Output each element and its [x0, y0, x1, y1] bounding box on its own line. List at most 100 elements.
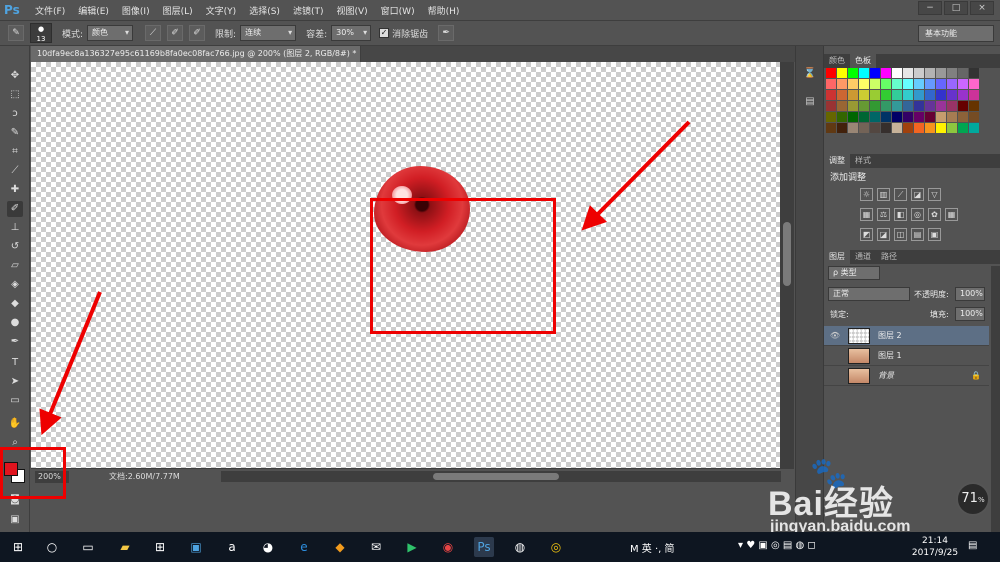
type-tool-icon[interactable]: T	[7, 355, 23, 371]
swatch[interactable]	[947, 101, 957, 111]
swatch[interactable]	[892, 90, 902, 100]
swatch[interactable]	[914, 68, 924, 78]
globe-icon[interactable]: ◍	[510, 537, 530, 557]
layer-visibility-eye-icon[interactable]: 👁	[828, 331, 842, 340]
menu-edit[interactable]: 编辑(E)	[78, 4, 109, 17]
swatch[interactable]	[914, 90, 924, 100]
lasso-tool-icon[interactable]: ↄ	[7, 106, 23, 122]
swatch[interactable]	[826, 101, 836, 111]
path-select-tool-icon[interactable]: ➤	[7, 374, 23, 390]
swatch[interactable]	[826, 112, 836, 122]
search-circle-icon[interactable]: ○	[42, 537, 62, 557]
channel-mixer-icon[interactable]: ✿	[928, 208, 941, 221]
swatch[interactable]	[903, 79, 913, 89]
tab-layers[interactable]: 图层	[824, 250, 850, 264]
sampling-once-icon[interactable]: ✐	[167, 25, 184, 41]
swatch[interactable]	[947, 79, 957, 89]
swatch[interactable]	[848, 101, 858, 111]
swatch[interactable]	[958, 68, 968, 78]
notification-icon[interactable]: ▤	[968, 540, 977, 551]
swatch[interactable]	[837, 112, 847, 122]
sampling-continuous-icon[interactable]: ⟋	[145, 25, 162, 41]
swatch[interactable]	[914, 123, 924, 133]
history-panel-icon[interactable]: ⌛	[802, 66, 818, 82]
swatch[interactable]	[925, 90, 935, 100]
menu-file[interactable]: 文件(F)	[35, 4, 65, 17]
tab-adjustments[interactable]: 调整	[824, 154, 850, 168]
swatch[interactable]	[837, 90, 847, 100]
mail-icon[interactable]: ✉	[366, 537, 386, 557]
rectangle-tool-icon[interactable]: ▭	[7, 393, 23, 409]
selective-color-icon[interactable]: ▣	[928, 228, 941, 241]
menu-select[interactable]: 选择(S)	[249, 4, 280, 17]
swatch[interactable]	[826, 123, 836, 133]
mode-select[interactable]: 颜色	[87, 25, 134, 41]
menu-type[interactable]: 文字(Y)	[206, 4, 237, 17]
limit-select[interactable]: 连续	[240, 25, 297, 41]
minimize-button[interactable]: −	[918, 1, 942, 15]
photo-filter-icon[interactable]: ◎	[911, 208, 924, 221]
swatch[interactable]	[892, 123, 902, 133]
swatch[interactable]	[859, 79, 869, 89]
threshold-icon[interactable]: ◫	[894, 228, 907, 241]
swatch[interactable]	[925, 101, 935, 111]
computer-icon[interactable]: ▣	[186, 537, 206, 557]
swatch[interactable]	[848, 90, 858, 100]
color-balance-icon[interactable]: ⚖	[877, 208, 890, 221]
swatch[interactable]	[870, 79, 880, 89]
swatch[interactable]	[848, 123, 858, 133]
swatch[interactable]	[969, 123, 979, 133]
properties-panel-icon[interactable]: ▤	[802, 94, 818, 110]
invert-icon[interactable]: ◩	[860, 228, 873, 241]
menu-view[interactable]: 视图(V)	[336, 4, 367, 17]
screen-mode-icon[interactable]: ▣	[7, 512, 23, 528]
pen-tool-icon[interactable]: ✒	[7, 334, 23, 350]
swatch[interactable]	[947, 123, 957, 133]
menu-window[interactable]: 窗口(W)	[381, 4, 415, 17]
posterize-icon[interactable]: ◪	[877, 228, 890, 241]
horizontal-scroll-thumb[interactable]	[433, 473, 559, 480]
opacity-input[interactable]: 100%	[955, 287, 985, 301]
swatch[interactable]	[870, 68, 880, 78]
close-button[interactable]: ×	[970, 1, 994, 15]
tab-color[interactable]: 颜色	[824, 54, 850, 68]
exposure-icon[interactable]: ◪	[911, 188, 924, 201]
swatch[interactable]	[969, 68, 979, 78]
crop-tool-icon[interactable]: ⌗	[7, 144, 23, 160]
swatch[interactable]	[881, 79, 891, 89]
swatch[interactable]	[947, 90, 957, 100]
layer-row-1[interactable]: 图层 1	[824, 346, 989, 366]
system-tray-icons[interactable]: ▾ ♥ ▣ ◎ ▤ ◍ ◻	[738, 540, 816, 551]
eyedropper-tool-icon[interactable]: ⟋	[7, 163, 23, 179]
photoshop-taskbar-icon[interactable]: Ps	[474, 537, 494, 557]
menu-help[interactable]: 帮助(H)	[428, 4, 460, 17]
swatch[interactable]	[936, 90, 946, 100]
swatch[interactable]	[859, 68, 869, 78]
swatch[interactable]	[870, 90, 880, 100]
blur-tool-icon[interactable]: ◆	[7, 296, 23, 312]
task-view-icon[interactable]: ▭	[78, 537, 98, 557]
black-white-icon[interactable]: ◧	[894, 208, 907, 221]
quick-select-tool-icon[interactable]: ✎	[7, 125, 23, 141]
foreground-color-swatch[interactable]	[4, 462, 18, 476]
swatch[interactable]	[903, 123, 913, 133]
blend-mode-select[interactable]: 正常	[828, 287, 910, 301]
brush-size-picker[interactable]: ● 13	[30, 23, 52, 43]
clone-stamp-tool-icon[interactable]: ⊥	[7, 220, 23, 236]
swatch[interactable]	[925, 79, 935, 89]
move-tool-icon[interactable]: ✥	[7, 68, 23, 84]
hue-saturation-icon[interactable]: ▦	[860, 208, 873, 221]
swatch[interactable]	[848, 79, 858, 89]
qq-icon[interactable]: ◕	[258, 537, 278, 557]
menu-filter[interactable]: 滤镜(T)	[293, 4, 324, 17]
amazon-icon[interactable]: a	[222, 537, 242, 557]
paint-bucket-tool-icon[interactable]: ◈	[7, 277, 23, 293]
vertical-scrollbar[interactable]	[780, 62, 794, 468]
vibrance-icon[interactable]: ▽	[928, 188, 941, 201]
swatch[interactable]	[925, 123, 935, 133]
history-brush-tool-icon[interactable]: ↺	[7, 239, 23, 255]
color-replacement-tool-icon[interactable]: ✐	[7, 201, 23, 217]
maximize-button[interactable]: □	[944, 1, 968, 15]
store-icon[interactable]: ⊞	[150, 537, 170, 557]
swatch[interactable]	[826, 90, 836, 100]
